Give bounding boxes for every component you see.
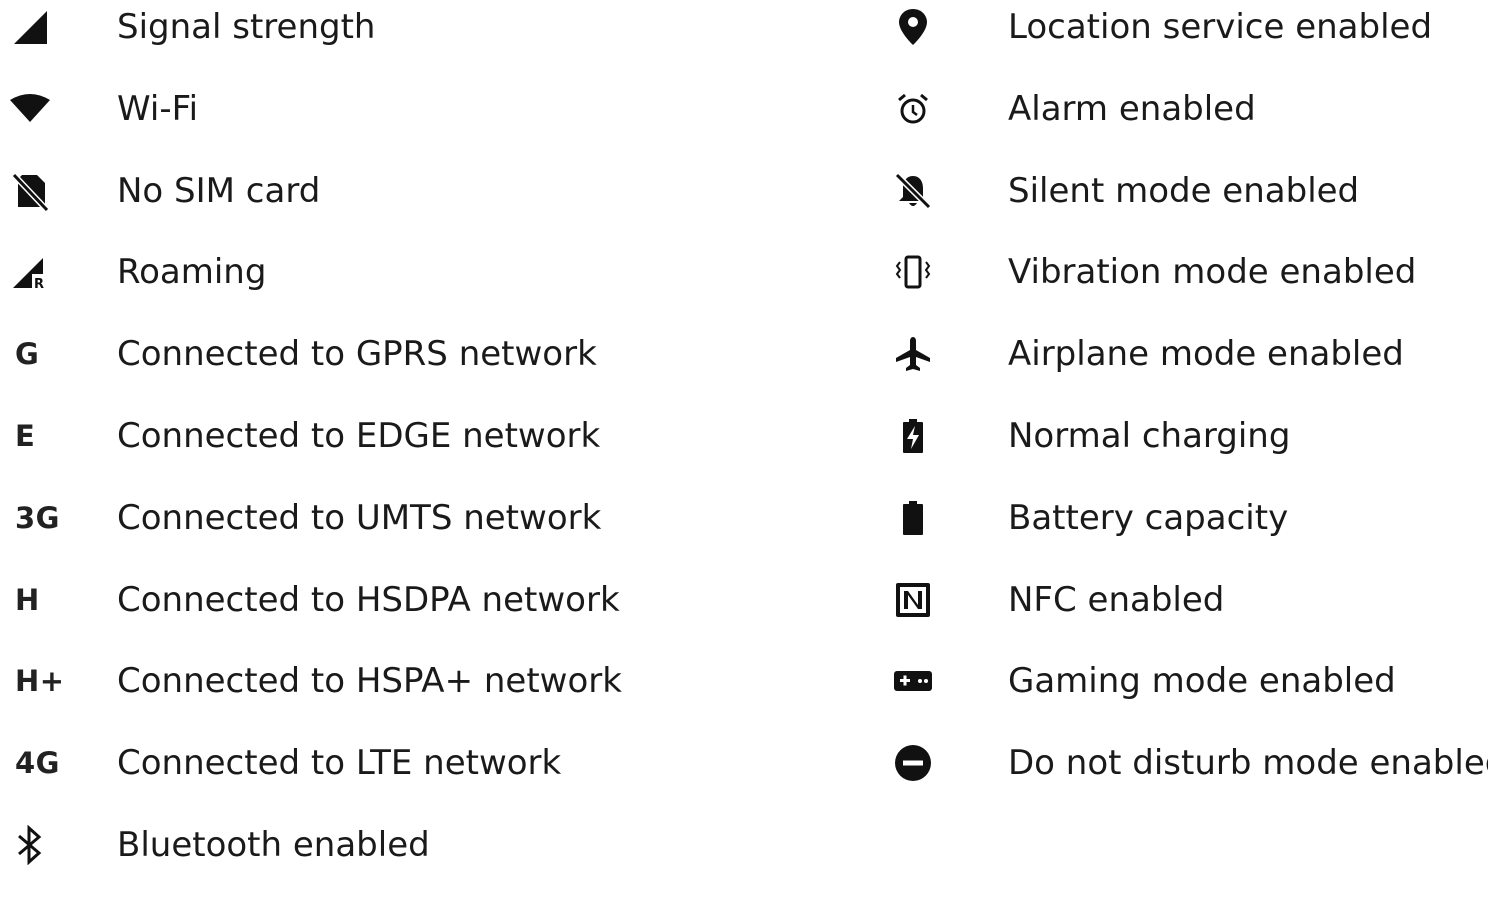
status-icons-right-column: Location service enabled Alarm enabled S… xyxy=(880,0,1488,818)
item-label: Connected to EDGE network xyxy=(117,415,601,456)
list-item: Location service enabled xyxy=(880,0,1488,82)
item-label: Silent mode enabled xyxy=(1008,170,1360,211)
list-item: 3G Connected to UMTS network xyxy=(0,491,880,573)
item-label: Connected to HSPA+ network xyxy=(117,661,622,702)
umts-text-icon: 3G xyxy=(15,500,60,535)
list-item: Wi-Fi xyxy=(0,82,880,164)
list-item: 4G Connected to LTE network xyxy=(0,736,880,818)
list-item: NFC enabled xyxy=(880,573,1488,655)
no-sim-icon xyxy=(6,164,54,218)
list-item: Bluetooth enabled xyxy=(0,818,880,900)
status-icons-left-column: Signal strength Wi-Fi No SIM card R Roam… xyxy=(0,0,880,900)
item-label: Gaming mode enabled xyxy=(1008,661,1396,702)
roaming-icon: R xyxy=(6,245,54,299)
wifi-icon xyxy=(6,82,54,136)
list-item: Signal strength xyxy=(0,0,880,82)
item-label: Connected to UMTS network xyxy=(117,497,602,538)
list-item: Normal charging xyxy=(880,409,1488,491)
item-label: Bluetooth enabled xyxy=(117,824,430,865)
list-item: H Connected to HSDPA network xyxy=(0,573,880,655)
item-label: Connected to GPRS network xyxy=(117,334,597,375)
list-item: Gaming mode enabled xyxy=(880,654,1488,736)
item-label: Normal charging xyxy=(1008,415,1291,456)
do-not-disturb-icon xyxy=(889,736,937,790)
list-item: Airplane mode enabled xyxy=(880,327,1488,409)
list-item: R Roaming xyxy=(0,245,880,327)
list-item: No SIM card xyxy=(0,164,880,246)
item-label: Airplane mode enabled xyxy=(1008,334,1404,375)
item-label: Alarm enabled xyxy=(1008,88,1256,129)
list-item: H+ Connected to HSPA+ network xyxy=(0,654,880,736)
bell-off-icon xyxy=(889,164,937,218)
nfc-icon xyxy=(889,573,937,627)
gprs-text-icon: G xyxy=(15,337,40,372)
list-item: G Connected to GPRS network xyxy=(0,327,880,409)
item-label: Battery capacity xyxy=(1008,497,1289,538)
edge-text-icon: E xyxy=(15,418,36,453)
list-item: Silent mode enabled xyxy=(880,164,1488,246)
gamepad-icon xyxy=(889,654,937,708)
airplane-icon xyxy=(889,327,937,381)
vibration-icon xyxy=(889,245,937,299)
list-item: Battery capacity xyxy=(880,491,1488,573)
item-label: Wi-Fi xyxy=(117,88,199,129)
battery-charging-icon xyxy=(889,409,937,463)
hsdpa-text-icon: H xyxy=(15,582,40,617)
alarm-clock-icon xyxy=(889,82,937,136)
bluetooth-icon xyxy=(6,818,54,872)
list-item: Vibration mode enabled xyxy=(880,245,1488,327)
item-label: Location service enabled xyxy=(1008,7,1433,47)
lte-text-icon: 4G xyxy=(15,746,60,781)
hspa-plus-text-icon: H+ xyxy=(15,664,65,699)
item-label: Vibration mode enabled xyxy=(1008,252,1417,293)
location-pin-icon xyxy=(889,0,937,54)
item-label: Connected to HSDPA network xyxy=(117,579,620,620)
list-item: Do not disturb mode enabled xyxy=(880,736,1488,818)
signal-strength-icon xyxy=(6,0,54,54)
roaming-badge: R xyxy=(34,277,44,292)
item-label: Roaming xyxy=(117,252,267,293)
item-label: Signal strength xyxy=(117,7,376,47)
item-label: NFC enabled xyxy=(1008,579,1225,620)
item-label: No SIM card xyxy=(117,170,321,211)
list-item: Alarm enabled xyxy=(880,82,1488,164)
battery-full-icon xyxy=(889,491,937,545)
list-item: E Connected to EDGE network xyxy=(0,409,880,491)
item-label: Connected to LTE network xyxy=(117,743,562,784)
item-label: Do not disturb mode enabled xyxy=(1008,743,1488,784)
